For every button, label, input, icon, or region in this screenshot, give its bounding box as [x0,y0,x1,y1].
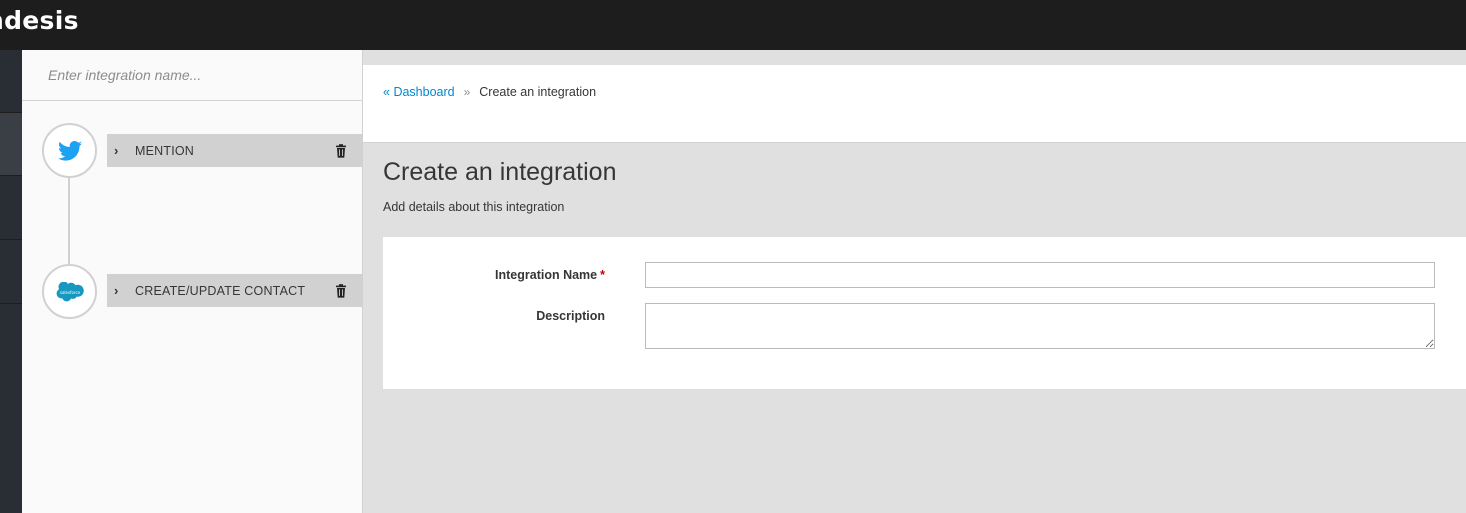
step-2-bar[interactable]: › CREATE/UPDATE CONTACT [107,274,362,307]
nav-item-1[interactable] [0,50,22,113]
description-field[interactable] [645,303,1435,349]
integration-name-input[interactable] [22,50,362,101]
brand-logo[interactable]: ndesis [0,6,79,35]
breadcrumb-dashboard-link[interactable]: « Dashboard [383,85,455,99]
integration-name-label-text: Integration Name [495,268,598,282]
page-title: Create an integration [383,158,617,186]
chevron-right-icon[interactable]: › [114,143,126,158]
breadcrumb: « Dashboard » Create an integration [383,85,596,99]
salesforce-icon: salesforce [56,281,84,301]
main-top-strip [363,50,1466,65]
nav-item-3[interactable] [0,177,22,240]
chevron-right-icon[interactable]: › [114,283,126,298]
nav-item-2[interactable] [0,113,22,176]
nav-item-4[interactable] [0,241,22,304]
step-2-label: CREATE/UPDATE CONTACT [135,283,306,298]
integration-details-form: Integration Name * Description [383,237,1466,389]
breadcrumb-area: « Dashboard » Create an integration [363,65,1466,143]
trash-icon[interactable] [334,143,348,158]
description-label-text: Description [536,309,605,323]
trash-icon[interactable] [334,283,348,298]
main-content: « Dashboard » Create an integration Crea… [363,50,1466,513]
step-2-icon-circle[interactable]: salesforce [42,264,97,319]
svg-text:salesforce: salesforce [59,290,80,295]
integration-flow-panel: › MENTION salesforce › CREATE/UPDATE CON… [22,50,363,513]
page-subtitle: Add details about this integration [383,200,565,214]
breadcrumb-back-glyph: « [383,85,390,99]
required-marker: * [600,268,605,282]
breadcrumb-dashboard-label: Dashboard [393,85,455,99]
breadcrumb-separator: » [463,85,471,99]
breadcrumb-current: Create an integration [479,85,597,99]
step-1-bar[interactable]: › MENTION [107,134,362,167]
description-label: Description [536,309,605,323]
vertical-nav [0,50,22,513]
integration-name-field[interactable] [645,262,1435,288]
twitter-icon [57,140,82,161]
top-navbar: ndesis [0,0,1466,50]
step-1-label: MENTION [135,143,195,158]
step-1-icon-circle[interactable] [42,123,97,178]
integration-name-label: Integration Name * [495,268,605,282]
